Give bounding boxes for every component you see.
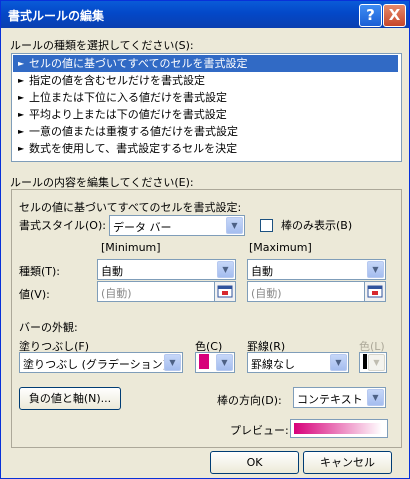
chevron-down-icon: ▼ (164, 354, 181, 371)
bar-only-label: 棒のみ表示(B) (281, 219, 353, 232)
maximum-value-input[interactable]: (自動) (247, 281, 365, 302)
bullet-arrow-icon: ► (18, 76, 25, 85)
negative-value-axis-button[interactable]: 負の値と軸(N)... (19, 387, 121, 410)
bullet-arrow-icon: ► (18, 144, 25, 153)
edit-format-rule-dialog: 書式ルールの編集 ? X ルールの種類を選択してください(S): ► セルの値に… (0, 0, 410, 479)
rule-type-item-formula[interactable]: ► 数式を使用して、書式設定するセルを決定 (13, 140, 398, 157)
preview-data-bar (294, 423, 382, 434)
minimum-type-select[interactable]: 自動 ▼ (97, 259, 236, 280)
format-style-select[interactable]: データ バー ▼ (109, 215, 245, 236)
fill-color-swatch (199, 354, 209, 369)
rule-heading: セルの値に基づいてすべてのセルを書式設定: (19, 201, 242, 214)
bullet-arrow-icon: ► (18, 110, 25, 119)
edit-rule-label: ルールの内容を編集してください(E): (10, 176, 194, 189)
border-select[interactable]: 罫線なし ▼ (247, 352, 349, 373)
bar-appearance-label: バーの外観: (19, 321, 78, 334)
chevron-down-icon: ▼ (330, 354, 347, 371)
minimum-value-input[interactable]: (自動) (97, 281, 215, 302)
chevron-down-icon: ▼ (217, 261, 234, 278)
border-color-swatch (363, 354, 367, 369)
chevron-down-icon: ▼ (367, 389, 384, 406)
chevron-down-icon: ▼ (368, 354, 385, 371)
title-bar: 書式ルールの編集 ? X (1, 1, 409, 28)
bar-direction-select[interactable]: コンテキスト ▼ (293, 387, 386, 408)
maximum-type-select[interactable]: 自動 ▼ (247, 259, 386, 280)
chevron-down-icon: ▼ (226, 217, 243, 234)
preview-label: プレビュー: (230, 424, 289, 437)
rule-type-list[interactable]: ► セルの値に基づいてすべてのセルを書式設定 ► 指定の値を含むセルだけを書式設… (11, 53, 402, 162)
rule-type-label: ルールの種類を選択してください(S): (10, 39, 194, 52)
cell-reference-picker-icon[interactable] (364, 281, 386, 302)
chevron-down-icon: ▼ (216, 354, 233, 371)
value-label: 値(V): (19, 288, 50, 301)
bullet-arrow-icon: ► (18, 59, 25, 68)
rule-type-item-average[interactable]: ► 平均より上または下の値だけを書式設定 (13, 106, 398, 123)
fill-select[interactable]: 塗りつぶし (グラデーション) ▼ (19, 352, 183, 373)
bar-direction-label: 棒の方向(D): (217, 394, 282, 407)
rule-type-item-contains[interactable]: ► 指定の値を含むセルだけを書式設定 (13, 72, 398, 89)
close-button[interactable]: X (383, 4, 406, 27)
ok-button[interactable]: OK (210, 451, 299, 474)
help-button[interactable]: ? (359, 4, 382, 27)
bar-preview (290, 419, 388, 438)
window-title: 書式ルールの編集 (8, 9, 105, 23)
fill-color-picker[interactable]: ▼ (195, 352, 235, 373)
minimum-header: [Minimum] (101, 241, 161, 254)
rule-type-item-top-bottom[interactable]: ► 上位または下位に入る値だけを書式設定 (13, 89, 398, 106)
format-style-label: 書式スタイル(O): (19, 219, 106, 232)
type-label: 種類(T): (19, 265, 61, 278)
bullet-arrow-icon: ► (18, 127, 25, 136)
maximum-header: [Maximum] (249, 241, 312, 254)
rule-type-item-cell-value[interactable]: ► セルの値に基づいてすべてのセルを書式設定 (13, 55, 398, 72)
bar-only-checkbox[interactable] (260, 219, 273, 232)
cell-reference-picker-icon[interactable] (214, 281, 236, 302)
chevron-down-icon: ▼ (367, 261, 384, 278)
rule-type-item-unique-duplicate[interactable]: ► 一意の値または重複する値だけを書式設定 (13, 123, 398, 140)
bullet-arrow-icon: ► (18, 93, 25, 102)
cancel-button[interactable]: キャンセル (303, 451, 392, 474)
border-color-picker: ▼ (359, 352, 387, 373)
